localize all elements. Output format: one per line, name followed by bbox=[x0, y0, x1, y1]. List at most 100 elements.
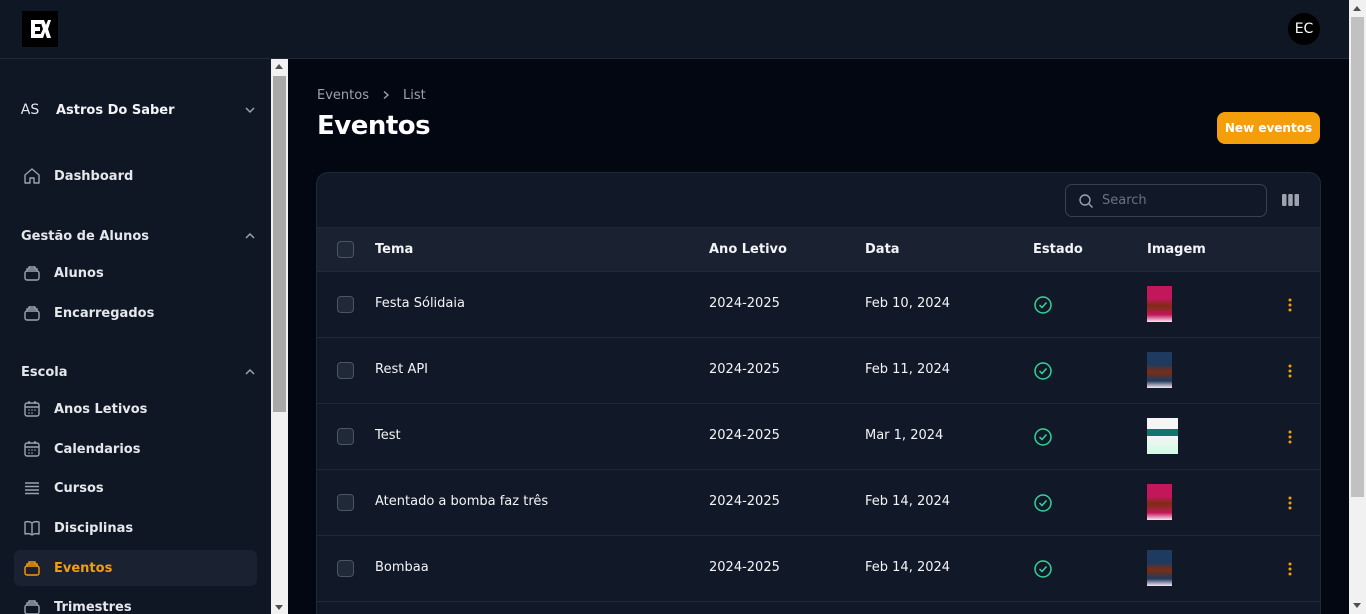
cell-data: Feb 11, 2024 bbox=[865, 362, 951, 377]
event-image-thumbnail[interactable] bbox=[1147, 352, 1172, 388]
sidebar-item-encarregados[interactable]: Encarregados bbox=[14, 295, 257, 331]
row-actions-button[interactable] bbox=[1281, 494, 1299, 512]
chevron-up-icon bbox=[245, 232, 255, 239]
sidebar-item-label: Eventos bbox=[54, 560, 113, 576]
breadcrumb-current: List bbox=[402, 87, 426, 103]
table-row[interactable]: Festa Sólidaia 2024-2025 Feb 10, 2024 bbox=[317, 272, 1320, 338]
columns-icon bbox=[1281, 194, 1299, 206]
table-row[interactable]: Test 2024-2025 Mar 1, 2024 bbox=[317, 404, 1320, 470]
tenant-name: Astros Do Saber bbox=[56, 102, 175, 118]
event-image-thumbnail[interactable] bbox=[1147, 484, 1172, 520]
sidebar-item-label: Anos Letivos bbox=[54, 401, 148, 417]
page-scrollbar[interactable] bbox=[1349, 0, 1366, 614]
select-all-checkbox[interactable] bbox=[337, 241, 354, 258]
sidebar-group-escola[interactable]: Escola bbox=[21, 361, 257, 383]
sidebar-item-label: Alunos bbox=[54, 265, 104, 281]
sidebar-item-disciplinas[interactable]: Disciplinas bbox=[14, 510, 257, 546]
scroll-up-arrow-icon[interactable] bbox=[1353, 6, 1361, 11]
calendar-icon bbox=[22, 399, 42, 419]
event-image-thumbnail[interactable] bbox=[1147, 286, 1172, 322]
cell-tema: Atentado a bomba faz três bbox=[375, 494, 549, 509]
cell-ano-letivo: 2024-2025 bbox=[709, 296, 780, 311]
cell-data: Feb 14, 2024 bbox=[865, 560, 951, 575]
sidebar-item-alunos[interactable]: Alunos bbox=[14, 255, 257, 291]
cell-tema: Test bbox=[375, 428, 401, 443]
cell-ano-letivo: 2024-2025 bbox=[709, 362, 780, 377]
breadcrumb: Eventos List bbox=[317, 87, 426, 103]
row-actions-button[interactable] bbox=[1281, 560, 1299, 578]
user-avatar[interactable]: EC bbox=[1288, 13, 1320, 45]
table-card: Tema Ano Letivo Data Estado Imagem Festa… bbox=[316, 172, 1321, 614]
check-circle-icon bbox=[1034, 296, 1052, 314]
check-circle-icon bbox=[1034, 494, 1052, 512]
row-checkbox[interactable] bbox=[337, 494, 354, 511]
sidebar-item-calendarios[interactable]: Calendarios bbox=[14, 431, 257, 467]
search-input[interactable] bbox=[1102, 193, 1252, 208]
folder-stack-icon bbox=[22, 597, 42, 614]
folder-stack-icon bbox=[22, 263, 42, 283]
folder-stack-icon bbox=[22, 303, 42, 323]
row-actions-button[interactable] bbox=[1281, 296, 1299, 314]
sidebar-item-cursos[interactable]: Cursos bbox=[14, 470, 257, 506]
cell-ano-letivo: 2024-2025 bbox=[709, 428, 780, 443]
scroll-down-arrow-icon[interactable] bbox=[1353, 603, 1361, 608]
cell-data: Feb 10, 2024 bbox=[865, 296, 951, 311]
event-image-thumbnail[interactable] bbox=[1147, 418, 1178, 454]
more-vertical-icon bbox=[1288, 430, 1292, 444]
table-row[interactable]: Bombaa 2024-2025 Feb 14, 2024 bbox=[317, 536, 1320, 602]
sidebar-item-eventos[interactable]: Eventos bbox=[14, 550, 257, 586]
sidebar-scrollbar[interactable] bbox=[271, 59, 288, 614]
cell-tema: Rest API bbox=[375, 362, 429, 377]
row-actions-button[interactable] bbox=[1281, 362, 1299, 380]
sidebar: AS Astros Do Saber Dashboard Gestão de A… bbox=[0, 59, 271, 614]
row-checkbox[interactable] bbox=[337, 362, 354, 379]
column-header-ano-letivo[interactable]: Ano Letivo bbox=[709, 242, 787, 257]
cell-data: Feb 14, 2024 bbox=[865, 494, 951, 509]
breadcrumb-link-eventos[interactable]: Eventos bbox=[317, 88, 369, 103]
sidebar-item-trimestres[interactable]: Trimestres bbox=[14, 589, 257, 614]
column-header-tema[interactable]: Tema bbox=[375, 242, 413, 257]
search-icon bbox=[1079, 193, 1093, 208]
table-toolbar bbox=[317, 173, 1320, 228]
top-bar: EC bbox=[0, 0, 1349, 59]
column-header-data[interactable]: Data bbox=[865, 242, 900, 257]
home-icon bbox=[22, 166, 42, 186]
page-scrollbar-thumb[interactable] bbox=[1351, 17, 1364, 497]
list-lines-icon bbox=[22, 478, 42, 498]
sidebar-group-gestao-alunos[interactable]: Gestão de Alunos bbox=[21, 225, 257, 247]
new-eventos-button[interactable]: New eventos bbox=[1217, 112, 1320, 144]
sidebar-item-label: Dashboard bbox=[54, 168, 134, 184]
sidebar-scrollbar-thumb[interactable] bbox=[273, 76, 286, 412]
row-checkbox[interactable] bbox=[337, 560, 354, 577]
chevron-down-icon bbox=[245, 107, 255, 114]
table-row[interactable]: Atentado a bomba faz três 2024-2025 Feb … bbox=[317, 470, 1320, 536]
column-header-estado[interactable]: Estado bbox=[1033, 242, 1083, 257]
more-vertical-icon bbox=[1288, 562, 1292, 576]
tenant-avatar: AS bbox=[20, 102, 40, 118]
table-header: Tema Ano Letivo Data Estado Imagem bbox=[317, 228, 1320, 272]
row-checkbox[interactable] bbox=[337, 296, 354, 313]
row-actions-button[interactable] bbox=[1281, 428, 1299, 446]
row-checkbox[interactable] bbox=[337, 428, 354, 445]
sidebar-item-anos-letivos[interactable]: Anos Letivos bbox=[14, 391, 257, 427]
chevron-up-icon bbox=[245, 368, 255, 375]
scroll-down-arrow-icon[interactable] bbox=[275, 605, 283, 610]
app-logo[interactable] bbox=[22, 11, 58, 47]
sidebar-item-label: Disciplinas bbox=[54, 520, 134, 536]
tenant-switcher[interactable]: AS Astros Do Saber bbox=[14, 93, 257, 127]
check-circle-icon bbox=[1034, 362, 1052, 380]
check-circle-icon bbox=[1034, 428, 1052, 446]
column-toggle-button[interactable] bbox=[1280, 192, 1300, 208]
check-circle-icon bbox=[1034, 560, 1052, 578]
event-image-thumbnail[interactable] bbox=[1147, 550, 1172, 586]
sidebar-item-dashboard[interactable]: Dashboard bbox=[14, 158, 257, 194]
sidebar-item-label: Trimestres bbox=[54, 599, 132, 614]
table-row[interactable]: Rest API 2024-2025 Feb 11, 2024 bbox=[317, 338, 1320, 404]
book-open-icon bbox=[22, 518, 42, 538]
column-header-imagem[interactable]: Imagem bbox=[1147, 242, 1206, 257]
scroll-up-arrow-icon[interactable] bbox=[275, 64, 283, 69]
search-box[interactable] bbox=[1065, 184, 1267, 217]
sidebar-item-label: Calendarios bbox=[54, 441, 141, 457]
cell-tema: Festa Sólidaia bbox=[375, 296, 465, 311]
chevron-right-icon bbox=[381, 90, 391, 100]
